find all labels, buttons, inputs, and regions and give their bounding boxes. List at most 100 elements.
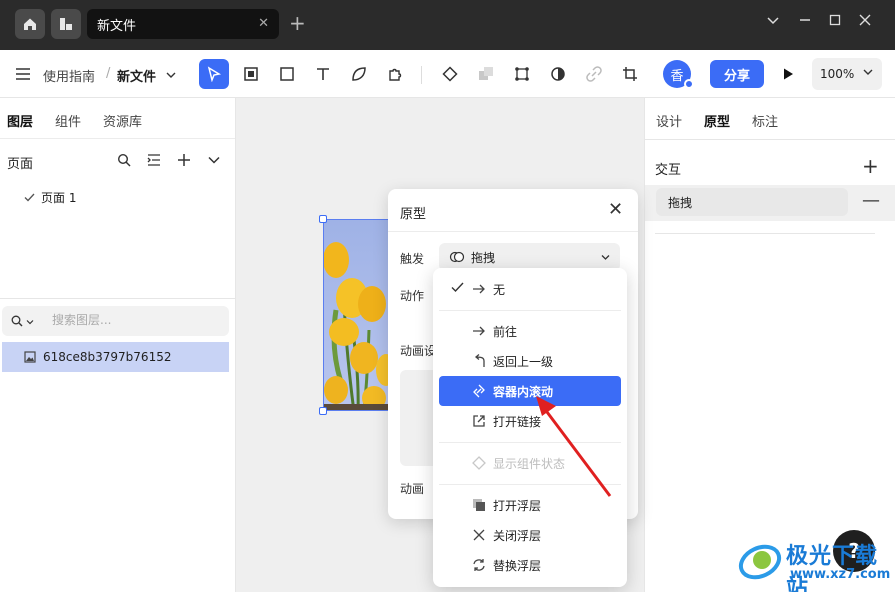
close-tab-icon[interactable]: ✕ <box>258 16 269 31</box>
text-tool-button[interactable] <box>308 59 338 89</box>
online-status-dot <box>684 79 694 89</box>
interaction-label: 拖拽 <box>668 195 693 210</box>
pages-label: 页面 <box>7 157 34 172</box>
arrow-right-icon <box>471 281 487 297</box>
tab-design[interactable]: 设计 <box>656 111 682 130</box>
pen-tool-button[interactable] <box>344 59 374 89</box>
close-icon[interactable]: ✕ <box>608 199 623 220</box>
play-icon <box>784 68 793 80</box>
section-divider <box>655 233 875 234</box>
zoom-level: 100% <box>820 67 855 81</box>
tab-assets[interactable]: 资源库 <box>103 111 142 130</box>
link-icon <box>586 66 602 82</box>
boolean-icon <box>479 67 493 80</box>
check-icon <box>24 193 35 202</box>
menu-item-swap-overlay[interactable]: 替换浮层 <box>439 550 621 580</box>
title-bar: 新文件 ✕ + <box>0 0 895 50</box>
search-icon <box>11 315 23 327</box>
component-tool-button[interactable] <box>435 59 465 89</box>
left-panel: 图层 组件 资源库 页面 页面 1 618ce8b3797b76152 <box>0 98 236 592</box>
menu-item-label: 返回上一级 <box>493 355 554 369</box>
add-interaction-icon[interactable]: + <box>862 154 879 178</box>
overlay-icon <box>471 497 487 513</box>
menu-item-close-overlay[interactable]: 关闭浮层 <box>439 520 621 550</box>
chevron-down-icon[interactable] <box>766 13 780 33</box>
menu-item-navigate[interactable]: 前往 <box>439 316 621 346</box>
back-arrow-icon <box>471 353 487 369</box>
trigger-label: 触发 <box>400 252 425 266</box>
frame-icon <box>244 67 258 81</box>
files-button[interactable] <box>51 9 81 39</box>
tulip-image <box>324 220 392 410</box>
drag-toggle-icon <box>449 251 465 263</box>
remove-interaction-icon[interactable]: — <box>862 190 880 211</box>
trigger-value: 拖拽 <box>471 250 496 265</box>
contrast-icon <box>551 67 565 81</box>
toolbar: 使用指南 / 新文件 香 分享 100% <box>0 50 895 98</box>
annotation-arrow <box>536 396 612 497</box>
mask-tool-button[interactable] <box>543 59 573 89</box>
right-panel: 设计 原型 标注 交互 + 拖拽 — <box>644 98 895 592</box>
interaction-title: 交互 <box>655 163 682 178</box>
layer-label: 618ce8b3797b76152 <box>43 350 172 364</box>
tab-new-file[interactable]: 新文件 ✕ <box>87 9 279 39</box>
interaction-item[interactable]: 拖拽 <box>656 188 848 216</box>
collapse-list-icon[interactable] <box>144 150 164 170</box>
share-button[interactable]: 分享 <box>710 60 764 88</box>
play-button[interactable] <box>773 59 803 89</box>
zoom-dropdown[interactable]: 100% <box>812 58 882 90</box>
minimize-icon[interactable] <box>798 13 812 33</box>
file-name[interactable]: 新文件 <box>117 66 156 85</box>
menu-item-none[interactable]: 无 <box>439 274 621 304</box>
trigger-select[interactable]: 拖拽 <box>439 243 620 271</box>
dialog-title: 原型 <box>400 207 427 222</box>
tab-prototype[interactable]: 原型 <box>704 111 730 130</box>
chevron-down-icon <box>863 69 873 75</box>
close-window-icon[interactable] <box>858 13 872 33</box>
search-pages-icon[interactable] <box>114 150 134 170</box>
external-link-icon <box>471 413 487 429</box>
chevron-down-icon[interactable] <box>204 150 224 170</box>
diamond-icon <box>442 66 458 82</box>
boolean-tool-button[interactable] <box>471 59 501 89</box>
watermark-logo-icon <box>738 544 782 580</box>
tab-label: 新文件 <box>97 18 137 34</box>
selected-image-frame[interactable] <box>323 219 393 411</box>
layer-search-input[interactable] <box>52 313 222 327</box>
link-tool-button[interactable] <box>579 59 609 89</box>
rectangle-icon <box>280 67 294 81</box>
tab-layers[interactable]: 图层 <box>7 111 33 130</box>
breadcrumb-parent[interactable]: 使用指南 <box>43 66 95 85</box>
move-tool-button[interactable] <box>199 59 229 89</box>
add-page-icon[interactable] <box>174 150 194 170</box>
home-icon <box>24 18 36 30</box>
layer-row[interactable]: 618ce8b3797b76152 <box>2 342 229 372</box>
watermark-url: www.xz7.com <box>790 567 891 582</box>
file-menu-chevron-icon[interactable] <box>166 70 176 80</box>
home-button[interactable] <box>15 9 45 39</box>
check-icon <box>451 282 464 293</box>
crop-tool-button[interactable] <box>615 59 645 89</box>
vector-edit-icon <box>515 67 529 81</box>
menu-item-label: 无 <box>493 283 506 297</box>
menu-icon[interactable] <box>8 59 38 89</box>
chevron-down-icon <box>601 255 610 260</box>
close-x-icon <box>471 527 487 543</box>
resize-handle-top-left[interactable] <box>319 215 327 223</box>
search-options-chevron-icon[interactable] <box>26 318 34 326</box>
tab-inspect[interactable]: 标注 <box>752 111 778 130</box>
frame-tool-button[interactable] <box>236 59 266 89</box>
path-edit-tool-button[interactable] <box>507 59 537 89</box>
menu-item-back[interactable]: 返回上一级 <box>439 346 621 376</box>
layer-search-box[interactable] <box>2 306 229 336</box>
plugin-tool-button[interactable] <box>380 59 410 89</box>
animation-label: 动画 <box>400 482 425 496</box>
page-item[interactable]: 页面 1 <box>24 189 76 206</box>
breadcrumb-separator: / <box>106 66 111 81</box>
resize-handle-bottom-left[interactable] <box>319 407 327 415</box>
menu-item-label: 关闭浮层 <box>493 529 542 543</box>
tab-components[interactable]: 组件 <box>55 111 81 130</box>
maximize-icon[interactable] <box>828 13 842 33</box>
new-tab-icon[interactable]: + <box>289 11 306 35</box>
rectangle-tool-button[interactable] <box>272 59 302 89</box>
